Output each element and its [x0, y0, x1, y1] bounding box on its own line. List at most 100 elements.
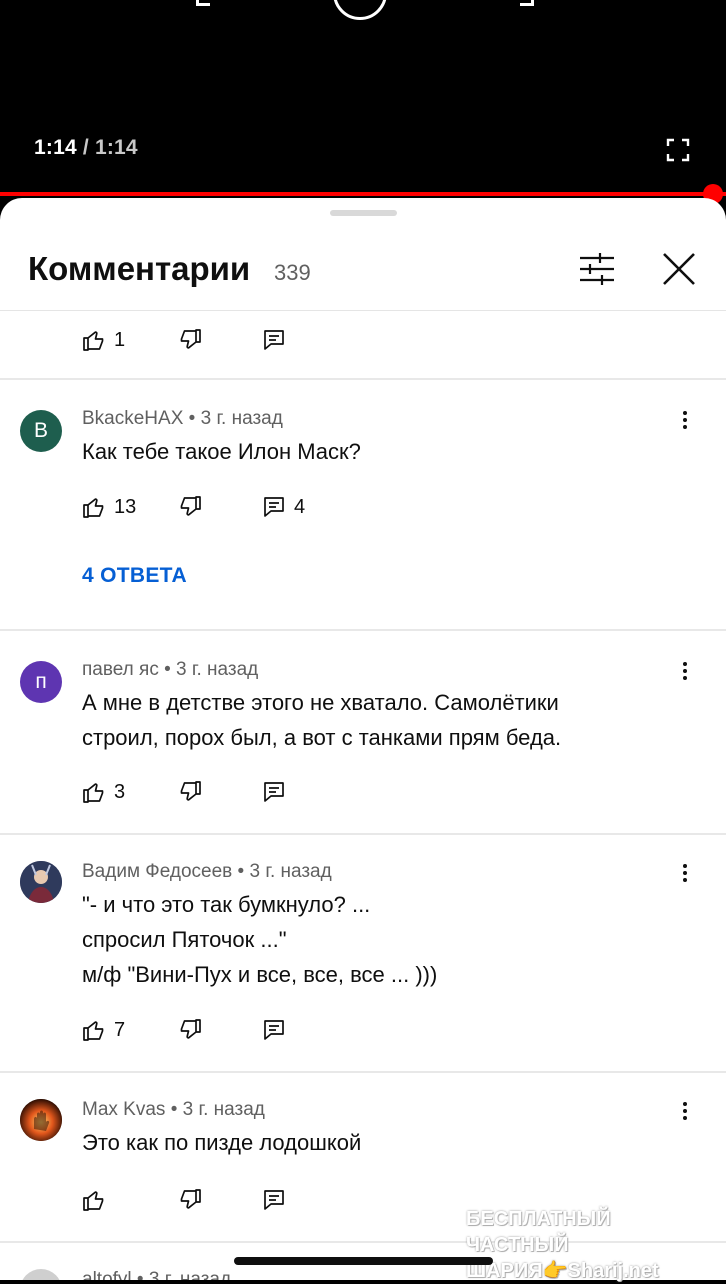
watermark-line: ШАРИЯ👉Sharij.net: [466, 1260, 659, 1282]
comment-author[interactable]: BkackeHAX: [82, 408, 183, 429]
more-options-icon[interactable]: [676, 861, 694, 887]
reply-button[interactable]: [262, 325, 286, 355]
thumbs-down-icon: [180, 781, 201, 801]
comment-text-line: м/ф "Вини-Пух и все, все, все ... ))): [82, 962, 438, 987]
comment-item: B BkackeHAX • 3 г. назад Как тебе такое …: [0, 380, 726, 629]
like-button[interactable]: 1: [82, 325, 125, 355]
like-button[interactable]: 13: [82, 492, 136, 522]
comment-age: 3 г. назад: [148, 1269, 232, 1280]
watermark-line: БЕСПЛАТНЫЙ ЧАСТНЫЙ: [466, 1208, 611, 1256]
time-display: 1:14 / 1:14: [34, 136, 138, 160]
fullscreen-icon[interactable]: [666, 138, 690, 162]
avatar[interactable]: [20, 1269, 62, 1280]
dislike-button[interactable]: [178, 492, 202, 522]
comment-author[interactable]: Max Kvas: [82, 1099, 165, 1120]
reply-button[interactable]: [262, 1185, 286, 1215]
avatar-image: [20, 1099, 62, 1141]
video-player[interactable]: 1:14 / 1:14: [0, 0, 726, 204]
comment-author[interactable]: Вадим Федосеев: [82, 861, 232, 882]
comment-text: Это как по пизде лодошкой: [82, 1125, 682, 1160]
comment-meta: BkackeHAX • 3 г. назад: [82, 408, 283, 430]
more-options-icon[interactable]: [676, 659, 694, 685]
dislike-button[interactable]: [178, 325, 202, 355]
avatar[interactable]: [20, 861, 62, 903]
dislike-button[interactable]: [178, 777, 202, 807]
reply-count: 4: [294, 495, 306, 518]
comment-age: 3 г. назад: [200, 408, 283, 429]
comment-text-line: А мне в детстве этого не хватало. Самолё…: [82, 690, 559, 715]
comment-author[interactable]: павел яс: [82, 659, 159, 680]
meta-dot: •: [164, 659, 171, 680]
meta-dot: •: [237, 861, 245, 882]
reply-button[interactable]: 4: [262, 492, 305, 522]
comment-list: 1 B BkackeHAX • 3 г. назад Как тебе тако…: [0, 311, 726, 1280]
thumbs-down-icon: [180, 1019, 201, 1039]
avatar[interactable]: B: [20, 410, 62, 452]
comments-header: Комментарии 339: [0, 238, 726, 311]
comments-count: 339: [274, 260, 311, 285]
reply-icon: [264, 1020, 284, 1040]
comment-text-line: строил, порох был, а вот с танками прям …: [82, 725, 562, 750]
like-count: 3: [114, 780, 126, 803]
thumbs-up-icon: [83, 783, 104, 803]
comment-meta: павел яс • 3 г. назад: [82, 659, 258, 681]
comment-meta: Max Kvas • 3 г. назад: [82, 1099, 265, 1121]
comment-item: 1: [0, 311, 726, 378]
watermark: БЕСПЛАТНЫЙ ЧАСТНЫЙ ШАРИЯ👉Sharij.net: [466, 1206, 716, 1284]
reply-button[interactable]: [262, 777, 286, 807]
home-indicator[interactable]: [234, 1257, 493, 1265]
comment-item: п павел яс • 3 г. назад А мне в детстве …: [0, 631, 726, 833]
avatar[interactable]: [20, 1099, 62, 1141]
replay-button[interactable]: [333, 0, 387, 20]
view-replies-button[interactable]: 4 ОТВЕТА: [82, 564, 187, 588]
reply-icon: [264, 330, 284, 350]
dislike-button[interactable]: [178, 1015, 202, 1045]
like-button[interactable]: 3: [82, 777, 125, 807]
more-options-icon[interactable]: [676, 1099, 694, 1125]
meta-dot: •: [170, 1099, 178, 1120]
progress-bar[interactable]: [0, 192, 726, 196]
avatar-image: [20, 861, 62, 903]
comment-author[interactable]: altofyl: [82, 1269, 132, 1280]
duration: 1:14: [94, 136, 138, 159]
comment-text-line: Как тебе такое Илон Маск?: [82, 439, 361, 464]
forward-icon[interactable]: [520, 0, 534, 6]
thumbs-up-icon: [83, 1021, 104, 1041]
comment-meta: Вадим Федосеев • 3 г. назад: [82, 861, 332, 883]
thumbs-up-icon: [83, 1191, 104, 1211]
current-time: 1:14: [34, 136, 77, 159]
comment-item: Вадим Федосеев • 3 г. назад "- и что это…: [0, 835, 726, 1071]
thumbs-down-icon: [180, 329, 201, 349]
comment-text: Как тебе такое Илон Маск?: [82, 434, 682, 469]
comment-age: 3 г. назад: [249, 861, 332, 882]
dislike-button[interactable]: [178, 1185, 202, 1215]
comment-text-line: "- и что это так бумкнуло? ...: [82, 892, 371, 917]
avatar[interactable]: п: [20, 661, 62, 703]
drag-handle[interactable]: [330, 210, 397, 216]
thumbs-up-icon: [83, 498, 104, 518]
comment-meta: altofyl • 3 г. назад: [82, 1269, 231, 1280]
comment-text-line: спросил Пяточок ...": [82, 927, 287, 952]
reply-icon: [264, 1190, 284, 1210]
rewind-icon[interactable]: [196, 0, 210, 6]
reply-icon: [264, 782, 284, 802]
meta-dot: •: [136, 1269, 144, 1280]
comment-text: А мне в детстве этого не хватало. Самолё…: [82, 685, 682, 755]
like-count: 13: [114, 495, 137, 518]
like-button[interactable]: 7: [82, 1015, 125, 1045]
comment-text-line: Это как по пизде лодошкой: [82, 1130, 362, 1155]
close-icon[interactable]: [660, 250, 698, 288]
comments-title: Комментарии: [28, 250, 251, 287]
reply-button[interactable]: [262, 1015, 286, 1045]
sort-filter-icon[interactable]: [578, 252, 616, 286]
time-separator: /: [82, 136, 89, 159]
thumbs-up-icon: [83, 331, 104, 351]
comment-age: 3 г. назад: [176, 659, 259, 680]
meta-dot: •: [188, 408, 196, 429]
more-options-icon[interactable]: [676, 408, 694, 434]
like-button[interactable]: [82, 1185, 106, 1215]
comment-text: "- и что это так бумкнуло? ... спросил П…: [82, 887, 682, 992]
reply-icon: [264, 497, 284, 517]
progress-fill: [0, 192, 726, 196]
like-count: 7: [114, 1018, 126, 1041]
